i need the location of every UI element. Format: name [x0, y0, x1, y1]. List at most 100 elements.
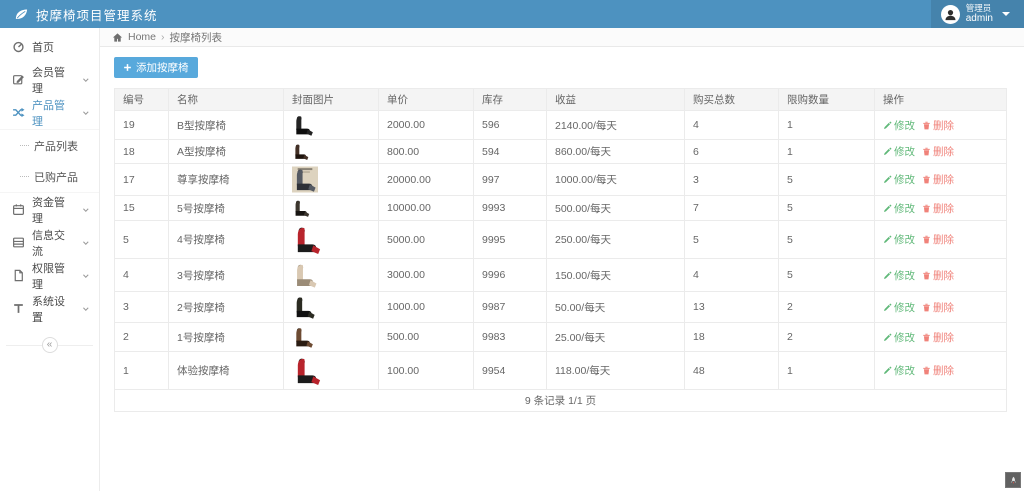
cell-id: 18 — [115, 140, 169, 164]
trash-icon — [922, 303, 931, 312]
edit-link[interactable]: 修改 — [883, 118, 915, 133]
delete-link[interactable]: 删除 — [922, 268, 954, 283]
column-header: 名称 — [169, 89, 284, 111]
cell-profit: 25.00/每天 — [547, 323, 685, 352]
table-footer-row: 9 条记录 1/1 页 — [115, 390, 1007, 412]
sidebar-item-products[interactable]: 产品管理 — [0, 96, 99, 129]
back-to-top-button[interactable] — [1005, 472, 1021, 488]
sidebar-item-funds[interactable]: 资金管理 — [0, 193, 99, 226]
cell-price: 10000.00 — [379, 196, 474, 221]
cell-actions: 修改删除 — [875, 221, 1007, 259]
trash-icon — [922, 147, 931, 156]
cell-name: B型按摩椅 — [169, 111, 284, 140]
edit-link[interactable]: 修改 — [883, 300, 915, 315]
user-menu[interactable]: 管理员 admin — [931, 0, 1024, 28]
cell-profit: 860.00/每天 — [547, 140, 685, 164]
cell-id: 19 — [115, 111, 169, 140]
cell-cover-image — [284, 164, 379, 196]
breadcrumb-home-link[interactable]: Home — [128, 31, 156, 43]
app-brand: 按摩椅项目管理系统 — [14, 5, 158, 24]
edit-link[interactable]: 修改 — [883, 232, 915, 247]
edit-link[interactable]: 修改 — [883, 172, 915, 187]
column-header: 购买总数 — [685, 89, 779, 111]
chevron-down-icon — [81, 205, 91, 215]
cell-actions: 修改删除 — [875, 292, 1007, 323]
cell-cover-image — [284, 111, 379, 140]
delete-link[interactable]: 删除 — [922, 363, 954, 378]
cell-cover-image — [284, 259, 379, 292]
add-massage-chair-button[interactable]: 添加按摩椅 — [114, 57, 198, 78]
cell-id: 17 — [115, 164, 169, 196]
cell-stock: 9993 — [474, 196, 547, 221]
cell-id: 5 — [115, 221, 169, 259]
sidebar-item-messages[interactable]: 信息交流 — [0, 226, 99, 259]
product-row: 43号按摩椅3000.009996150.00/每天45修改删除 — [115, 259, 1007, 292]
cell-cover-image — [284, 292, 379, 323]
edit-link[interactable]: 修改 — [883, 330, 915, 345]
cell-name: 体验按摩椅 — [169, 352, 284, 390]
delete-link[interactable]: 删除 — [922, 300, 954, 315]
sidebar-subitem-purchased-products[interactable]: 已购产品 — [0, 161, 99, 192]
chair-cover-beige — [292, 261, 319, 289]
delete-link[interactable]: 删除 — [922, 144, 954, 159]
sidebar-collapse-button[interactable]: « — [42, 337, 58, 353]
cell-purchases: 3 — [685, 164, 779, 196]
sidebar-subitem-product-list[interactable]: 产品列表 — [0, 130, 99, 161]
column-header: 库存 — [474, 89, 547, 111]
pencil-icon — [883, 147, 892, 156]
cell-name: 3号按摩椅 — [169, 259, 284, 292]
sidebar-item-label: 资金管理 — [32, 194, 74, 226]
sidebar-item-members[interactable]: 会员管理 — [0, 63, 99, 96]
delete-link[interactable]: 删除 — [922, 172, 954, 187]
cell-id: 3 — [115, 292, 169, 323]
cell-profit: 250.00/每天 — [547, 221, 685, 259]
cell-name: 5号按摩椅 — [169, 196, 284, 221]
chair-cover-brown — [292, 325, 315, 349]
sidebar-item-home[interactable]: 首页 — [0, 30, 99, 63]
pencil-icon — [883, 235, 892, 244]
breadcrumb: Home › 按摩椅列表 — [100, 28, 1024, 47]
sidebar-item-settings[interactable]: 系统设置 — [0, 292, 99, 325]
edit-link[interactable]: 修改 — [883, 201, 915, 216]
trash-icon — [922, 366, 931, 375]
product-row: 1体验按摩椅100.009954118.00/每天481修改删除 — [115, 352, 1007, 390]
cell-name: 2号按摩椅 — [169, 292, 284, 323]
content-area: 添加按摩椅 编号名称封面图片单价库存收益购买总数限购数量操作 19B型按摩椅20… — [100, 47, 1024, 491]
cell-profit: 500.00/每天 — [547, 196, 685, 221]
cell-stock: 9995 — [474, 221, 547, 259]
sidebar-item-permissions[interactable]: 权限管理 — [0, 259, 99, 292]
cell-price: 20000.00 — [379, 164, 474, 196]
edit-link[interactable]: 修改 — [883, 363, 915, 378]
delete-link[interactable]: 删除 — [922, 232, 954, 247]
cell-stock: 9996 — [474, 259, 547, 292]
plus-icon — [123, 63, 132, 72]
cell-name: 1号按摩椅 — [169, 323, 284, 352]
cell-profit: 2140.00/每天 — [547, 111, 685, 140]
list-table-icon — [12, 236, 25, 249]
edit-link[interactable]: 修改 — [883, 268, 915, 283]
cell-purchases: 7 — [685, 196, 779, 221]
delete-link[interactable]: 删除 — [922, 201, 954, 216]
cell-price: 5000.00 — [379, 221, 474, 259]
delete-link[interactable]: 删除 — [922, 118, 954, 133]
cell-id: 1 — [115, 352, 169, 390]
delete-link[interactable]: 删除 — [922, 330, 954, 345]
breadcrumb-separator: › — [161, 31, 165, 43]
edit-link[interactable]: 修改 — [883, 144, 915, 159]
sidebar-subitem-label: 产品列表 — [34, 138, 78, 154]
cell-actions: 修改删除 — [875, 259, 1007, 292]
sidebar: 首页会员管理产品管理产品列表已购产品资金管理信息交流权限管理系统设置 « — [0, 28, 100, 491]
cell-cover-image — [284, 196, 379, 221]
calendar-icon — [12, 203, 25, 216]
rocket-up-icon — [1009, 476, 1018, 485]
cell-price: 2000.00 — [379, 111, 474, 140]
cell-stock: 9954 — [474, 352, 547, 390]
cell-cover-image — [284, 352, 379, 390]
cell-price: 100.00 — [379, 352, 474, 390]
cell-limit: 5 — [779, 164, 875, 196]
column-header: 限购数量 — [779, 89, 875, 111]
sidebar-subitem-label: 已购产品 — [34, 169, 78, 185]
table-body: 19B型按摩椅2000.005962140.00/每天41修改删除18A型按摩椅… — [115, 111, 1007, 390]
chevron-down-icon — [81, 238, 91, 248]
sidebar-item-label: 会员管理 — [32, 64, 74, 96]
